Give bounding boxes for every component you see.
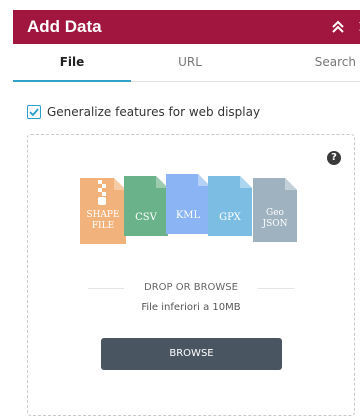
generalize-option[interactable]: Generalize features for web display xyxy=(27,104,260,120)
tab-bar: File URL Search xyxy=(13,44,360,82)
tab-file[interactable]: File xyxy=(13,44,131,82)
generalize-label: Generalize features for web display xyxy=(47,105,261,119)
panel-title: Add Data xyxy=(27,17,102,36)
shapefile-label-2: FILE xyxy=(91,221,115,231)
kml-icon: KML xyxy=(166,174,210,234)
generalize-checkbox[interactable] xyxy=(27,105,41,119)
gpx-icon: GPX xyxy=(208,176,252,236)
csv-label: CSV xyxy=(135,212,157,223)
active-tab-indicator xyxy=(13,80,131,82)
shapefile-icon: SHAPE FILE xyxy=(80,178,126,244)
gpx-label: GPX xyxy=(219,212,241,223)
collapse-icon[interactable] xyxy=(329,18,347,36)
help-icon[interactable]: ? xyxy=(327,151,341,165)
geojson-icon: Geo JSON xyxy=(253,178,297,242)
divider-right xyxy=(258,288,294,289)
panel-header: Add Data × xyxy=(13,10,360,44)
shapefile-label-1: SHAPE xyxy=(86,210,120,220)
drop-or-browse-text: DROP OR BROWSE xyxy=(144,282,238,293)
csv-icon: CSV xyxy=(124,176,168,236)
geojson-label-2: JSON xyxy=(262,219,288,229)
checkmark-icon xyxy=(29,108,39,117)
tab-url[interactable]: URL xyxy=(131,44,249,82)
kml-label: KML xyxy=(175,210,201,221)
geojson-label-1: Geo xyxy=(266,208,284,218)
file-size-limit: File inferiori a 10MB xyxy=(141,302,241,313)
browse-button[interactable]: BROWSE xyxy=(101,338,282,370)
tab-search[interactable]: Search xyxy=(249,44,360,82)
